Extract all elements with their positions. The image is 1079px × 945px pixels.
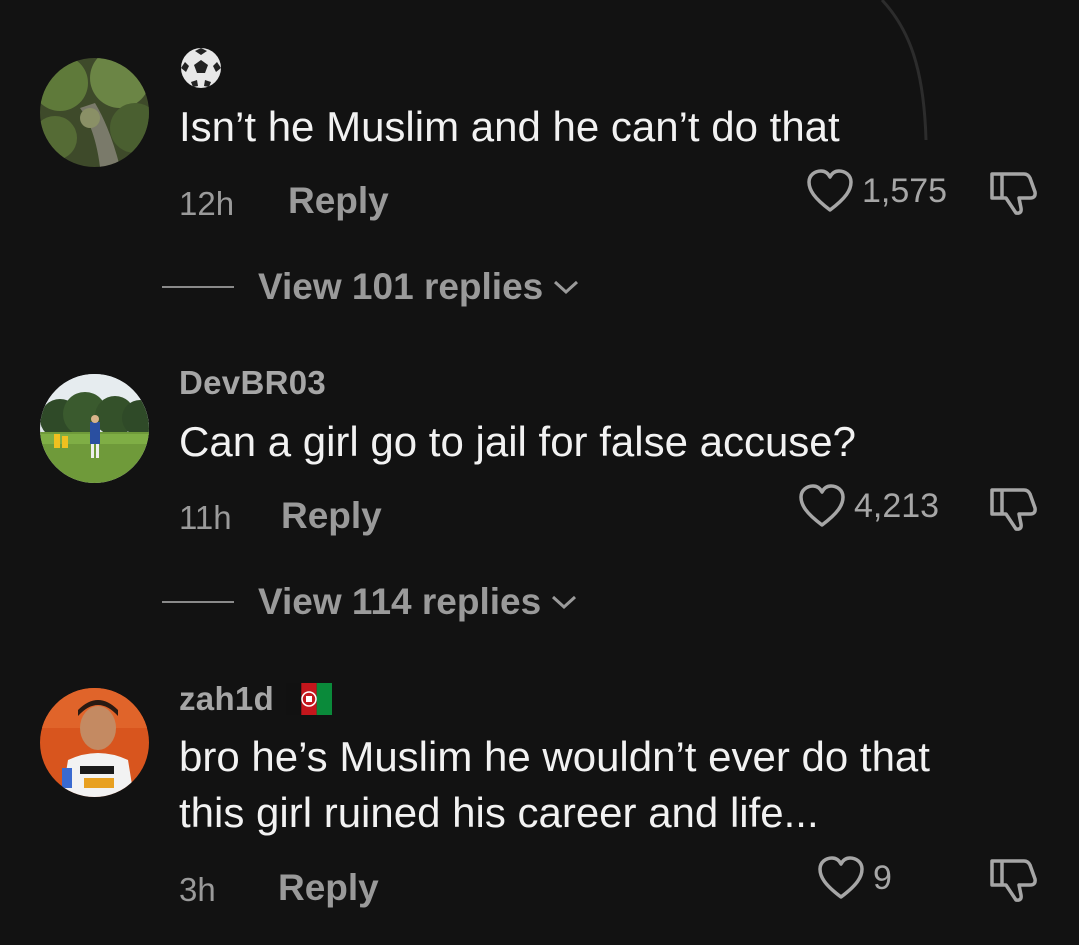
chevron-down-icon: [554, 280, 579, 295]
avatar[interactable]: [40, 688, 149, 797]
comment-text: bro he’s Muslim he wouldn’t ever do that…: [179, 733, 930, 836]
view-replies-label: View 114 replies: [258, 581, 542, 622]
avatar[interactable]: [40, 374, 149, 483]
like-count: 1,575: [862, 171, 948, 210]
decorative-stroke: [880, 0, 928, 140]
chevron-down-icon: [552, 595, 577, 610]
comment-time: 12h: [179, 185, 235, 222]
thumbs-down-outline-icon[interactable]: [988, 484, 1040, 532]
afghanistan-flag-icon: [286, 683, 333, 715]
like-button[interactable]: 9: [817, 855, 892, 901]
comment-time: 3h: [179, 871, 216, 908]
like-button[interactable]: 4,213: [798, 483, 939, 529]
comment-time: 11h: [179, 499, 232, 536]
username[interactable]: DevBR03: [179, 364, 326, 402]
reply-button[interactable]: Reply: [288, 180, 389, 222]
heart-outline-icon: [818, 856, 864, 899]
divider-line: [162, 286, 234, 288]
thumbs-down-outline-icon[interactable]: [988, 168, 1040, 216]
reply-button[interactable]: Reply: [281, 495, 382, 537]
reply-button[interactable]: Reply: [278, 867, 379, 909]
username[interactable]: zah1d: [179, 680, 333, 718]
avatar[interactable]: [40, 58, 149, 167]
view-replies-button[interactable]: View 101 replies: [162, 266, 581, 308]
soccer-ball-icon: [181, 48, 221, 88]
comment-text: Can a girl go to jail for false accuse?: [179, 418, 857, 465]
view-replies-label: View 101 replies: [258, 266, 544, 307]
divider-line: [162, 601, 234, 603]
heart-outline-icon: [799, 484, 845, 527]
like-count: 4,213: [854, 486, 940, 525]
heart-outline-icon: [807, 169, 853, 212]
comment-text: Isn’t he Muslim and he can’t do that: [179, 103, 840, 150]
view-replies-button[interactable]: View 114 replies: [162, 581, 579, 623]
thumbs-down-outline-icon[interactable]: [988, 855, 1040, 903]
like-button[interactable]: 1,575: [806, 168, 947, 214]
like-count: 9: [873, 858, 892, 897]
